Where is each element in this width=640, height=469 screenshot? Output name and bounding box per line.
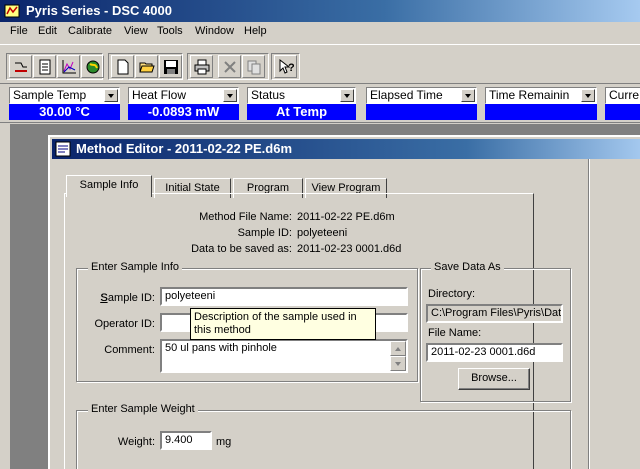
svg-text:?: ? [288, 62, 294, 74]
comment-label: Comment: [104, 344, 155, 356]
browse-button[interactable]: Browse... [458, 368, 530, 390]
status-heat-flow: Heat Flow -0.0893 mW [128, 87, 239, 121]
data-saved-as-value: 2011-02-23 0001.d6d [297, 243, 402, 255]
app-title-bar: Pyris Series - DSC 4000 [0, 0, 640, 22]
sample-id-input[interactable]: polyeteeni [160, 287, 408, 306]
status-status-label: Status [251, 88, 286, 102]
method-file-name-value: 2011-02-22 PE.d6m [297, 211, 395, 223]
window-divider [588, 159, 590, 469]
document-icon[interactable] [33, 55, 56, 78]
tab-sample-info[interactable]: Sample Info [66, 175, 152, 197]
operator-id-label: Operator ID: [94, 318, 155, 330]
method-editor-window: Method Editor - 2011-02-22 PE.d6m Sample… [48, 135, 640, 469]
data-saved-as-label: Data to be saved as: [191, 243, 292, 255]
weight-input[interactable]: 9.400 [160, 431, 212, 450]
directory-label: Directory: [428, 288, 476, 300]
file-name-input[interactable]: 2011-02-23 0001.d6d [426, 343, 563, 362]
graph-icon[interactable] [57, 55, 80, 78]
status-elapsed-time-label: Elapsed Time [370, 88, 443, 102]
weight-unit: mg [216, 436, 232, 448]
comment-scrollbar[interactable] [390, 341, 406, 371]
scroll-down-icon[interactable] [390, 356, 406, 371]
menu-bar: File Edit Calibrate View Tools Window He… [0, 22, 640, 42]
chevron-down-icon[interactable] [581, 89, 595, 102]
toolbar: ? [0, 44, 640, 84]
method-editor-icon [55, 141, 71, 157]
app-title: Pyris Series - DSC 4000 [26, 3, 172, 18]
print-icon[interactable] [190, 55, 213, 78]
status-current-value [605, 104, 640, 120]
sample-id-label-text: Sample ID: [100, 292, 155, 304]
menu-window[interactable]: Window [195, 25, 234, 37]
file-name-label: File Name: [428, 327, 482, 339]
save-icon[interactable] [159, 55, 182, 78]
enter-sample-weight-title: Enter Sample Weight [88, 403, 198, 415]
open-folder-icon[interactable] [135, 55, 158, 78]
chevron-down-icon[interactable] [461, 89, 475, 102]
status-time-remaining-select[interactable]: Time Remainin [485, 87, 597, 104]
info-sample-id-label: Sample ID: [237, 227, 292, 239]
status-elapsed-time: Elapsed Time [366, 87, 477, 121]
menu-calibrate[interactable]: Calibrate [68, 25, 112, 37]
menu-file[interactable]: File [10, 25, 28, 37]
status-time-remaining: Time Remainin [485, 87, 597, 121]
status-heat-flow-label: Heat Flow [132, 88, 187, 102]
status-current: Curre [605, 87, 640, 121]
menu-tools[interactable]: Tools [157, 25, 183, 37]
status-status-select[interactable]: Status [247, 87, 356, 104]
method-editor-title-bar[interactable]: Method Editor - 2011-02-22 PE.d6m [52, 139, 640, 159]
status-sample-temp-label: Sample Temp [13, 88, 87, 102]
scroll-up-icon[interactable] [390, 341, 406, 356]
new-file-icon[interactable] [111, 55, 134, 78]
menu-edit[interactable]: Edit [38, 25, 57, 37]
method-icon[interactable] [9, 55, 32, 78]
enter-sample-info-title: Enter Sample Info [88, 261, 183, 273]
globe-icon[interactable] [81, 55, 104, 78]
status-time-remaining-label: Time Remainin [489, 88, 570, 102]
status-elapsed-time-value [366, 104, 477, 120]
weight-label: Weight: [117, 436, 155, 448]
status-sample-temp-value: 30.00 °C [9, 104, 120, 120]
status-current-select[interactable]: Curre [605, 87, 640, 104]
copy-icon[interactable] [242, 55, 265, 78]
status-elapsed-time-select[interactable]: Elapsed Time [366, 87, 477, 104]
help-pointer-icon[interactable]: ? [274, 55, 297, 78]
sample-id-label: SSample ID: [100, 292, 155, 304]
status-sample-temp: Sample Temp 30.00 °C [9, 87, 120, 121]
chevron-down-icon[interactable] [223, 89, 237, 102]
status-heat-flow-select[interactable]: Heat Flow [128, 87, 239, 104]
app-icon [4, 4, 20, 18]
menu-view[interactable]: View [124, 25, 148, 37]
status-strip: Sample Temp 30.00 °C Heat Flow -0.0893 m… [0, 85, 640, 123]
cancel-icon[interactable] [218, 55, 241, 78]
method-file-name-label: Method File Name: [199, 211, 292, 223]
info-sample-id-value: polyeteeni [297, 227, 348, 239]
status-time-remaining-value [485, 104, 597, 120]
comment-textarea[interactable]: 50 ul pans with pinhole [160, 339, 408, 373]
status-heat-flow-value: -0.0893 mW [128, 104, 239, 120]
status-status-value: At Temp [247, 104, 356, 120]
chevron-down-icon[interactable] [340, 89, 354, 102]
menu-help[interactable]: Help [244, 25, 267, 37]
save-data-as-title: Save Data As [431, 261, 504, 273]
status-sample-temp-select[interactable]: Sample Temp [9, 87, 120, 104]
chevron-down-icon[interactable] [104, 89, 118, 102]
status-current-label: Curre [609, 88, 640, 102]
directory-field: C:\Program Files\Pyris\Dat [426, 304, 563, 323]
sample-id-tooltip: Description of the sample used in this m… [190, 308, 376, 340]
status-status: Status At Temp [247, 87, 356, 121]
method-editor-title: Method Editor - 2011-02-22 PE.d6m [76, 141, 293, 156]
workspace-left-pane [0, 124, 10, 469]
